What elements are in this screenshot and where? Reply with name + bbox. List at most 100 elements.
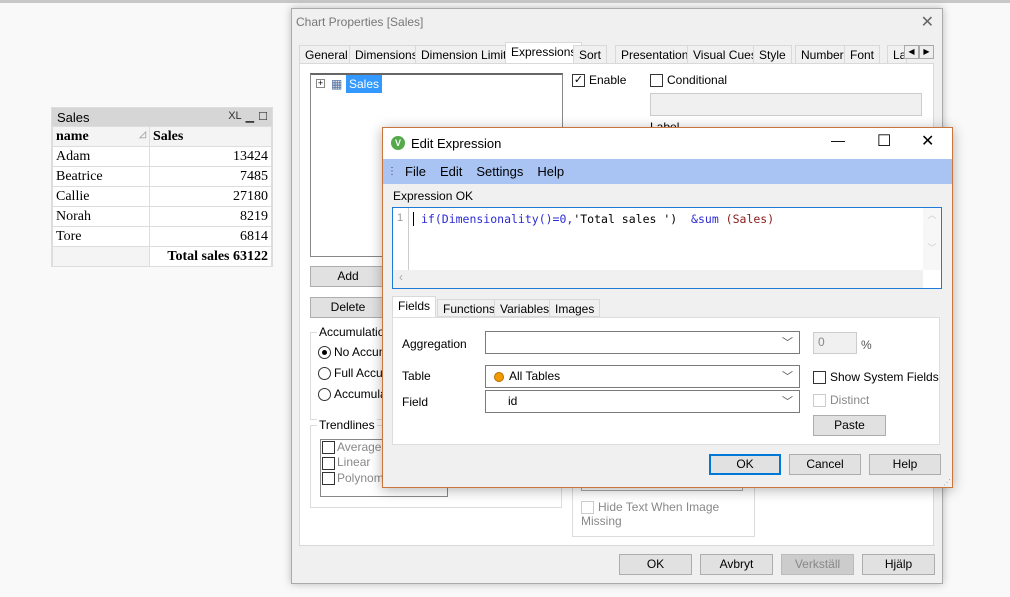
chevron-down-icon: ﹀ [782,371,793,383]
chevron-down-icon: ﹀ [782,337,793,349]
tab-number[interactable]: Number [795,45,850,64]
table-dot-icon [494,371,504,382]
cell-name[interactable]: Norah [52,206,150,227]
column-header-name[interactable]: name ◿ [52,126,150,147]
cell-sales: 8219 [149,206,272,227]
menu-help[interactable]: Help [537,164,564,179]
tab-visual-cues[interactable]: Visual Cues [687,45,763,64]
column-header-sales[interactable]: Sales [149,126,272,147]
title-bar: V Edit Expression — ☐ ✕ [383,128,952,159]
field-dropdown[interactable]: id ﹀ [485,390,800,413]
expression-editor[interactable]: 1 if(Dimensionality()=0,'Total sales ') … [392,207,942,289]
tab-general[interactable]: General [299,45,354,64]
menu-file[interactable]: File [405,164,426,179]
total-row: Total sales 63122 [52,246,272,267]
tab-presentation[interactable]: Presentation [615,45,695,64]
paste-button[interactable]: Paste [813,415,886,436]
qlikview-logo-icon: V [391,136,405,150]
tab-variables[interactable]: Variables [494,299,556,317]
menu-bar: ⋮ File Edit Settings Help [383,159,952,184]
tab-dimensions[interactable]: Dimensions [349,45,424,64]
maximize-icon[interactable]: ☐ [258,110,268,123]
radio-no-accumulation[interactable]: No Accum [318,345,389,360]
conditional-input[interactable] [650,93,922,116]
cell-sales: 7485 [149,166,272,187]
dialog-title: Edit Expression [411,136,502,151]
tab-scroll-right-icon[interactable]: ▶ [919,45,934,59]
grip-icon: ⋮ [387,166,397,177]
ok-button[interactable]: OK [619,554,692,575]
table-label: Table [402,369,431,383]
enable-checkbox[interactable]: ✓ Enable [572,73,626,88]
ok-button[interactable]: OK [709,454,781,475]
expression-code[interactable]: if(Dimensionality()=0,'Total sales ') &s… [413,212,774,226]
table-row[interactable]: Callie 27180 [52,186,272,207]
edit-expression-dialog: V Edit Expression — ☐ ✕ ⋮ File Edit Sett… [382,127,953,488]
close-icon[interactable]: ✕ [921,131,934,151]
cell-sales: 13424 [149,146,272,167]
table-row[interactable]: Beatrice 7485 [52,166,272,187]
hide-text-checkbox[interactable]: Hide Text When Image Missing [581,500,754,528]
tab-fields[interactable]: Fields [392,296,437,318]
trendlines-label: Trendlines [317,418,377,432]
close-icon[interactable]: ✕ [921,12,934,32]
delete-button[interactable]: Delete [310,297,386,318]
tab-functions[interactable]: Functions [437,299,502,317]
cell-name[interactable]: Beatrice [52,166,150,187]
conditional-checkbox[interactable]: Conditional [650,73,727,88]
sales-table-object[interactable]: Sales XL ▁ ☐ name ◿ Sales Adam 13424 Beatrice… [51,107,273,267]
chevron-down-icon: ﹀ [782,396,793,408]
table-caption: Sales XL ▁ ☐ [52,108,272,126]
expand-icon[interactable]: + [316,79,325,88]
top-border [0,0,1010,3]
minimize-icon[interactable]: — [831,132,845,148]
field-label: Field [402,395,429,409]
tab-scroll-left-icon[interactable]: ◀ [904,45,919,59]
fields-panel: Aggregation ﹀ 0 % Table All Tables ﹀ Fiel… [392,317,940,445]
cell-name[interactable]: Callie [52,186,150,207]
expression-status: Expression OK [393,189,474,203]
apply-button[interactable]: Verkställ [781,554,854,575]
cell-sales: 27180 [149,186,272,207]
cancel-button[interactable]: Avbryt [700,554,773,575]
sort-icon: ◿ [139,128,146,139]
table-row[interactable]: Adam 13424 [52,146,272,167]
distinct-checkbox[interactable]: Distinct [813,393,869,408]
cell-name[interactable]: Tore [52,226,150,247]
dialog-title: Chart Properties [Sales] [296,15,424,29]
tab-sort[interactable]: Sort [573,45,608,64]
resize-grip-icon[interactable]: ⋰ [943,478,951,487]
tab-images[interactable]: Images [549,299,601,317]
table-icon: ▦ [331,77,343,91]
tree-item-sales[interactable]: Sales [346,75,383,93]
table-row[interactable]: Tore 6814 [52,226,272,247]
cell-name[interactable]: Adam [52,146,150,167]
table-title: Sales [57,110,90,125]
horizontal-scrollbar[interactable]: ‹ [393,270,923,288]
tab-style[interactable]: Style [753,45,792,64]
menu-edit[interactable]: Edit [440,164,462,179]
minimize-icon[interactable]: ▁ [246,110,254,123]
aggregation-dropdown[interactable]: ﹀ [485,331,800,354]
percent-input[interactable]: 0 [813,332,857,354]
xl-icon[interactable]: XL [228,110,241,123]
tab-font[interactable]: Font [844,45,881,64]
tab-dimension-limits[interactable]: Dimension Limits [415,45,519,64]
add-button[interactable]: Add [310,266,386,287]
total-cell: Total sales 63122 [149,246,272,267]
cancel-button[interactable]: Cancel [789,454,861,475]
sales-table: name ◿ Sales Adam 13424 Beatrice 7485 Callie… [52,126,272,267]
table-dropdown[interactable]: All Tables ﹀ [485,365,800,388]
maximize-icon[interactable]: ☐ [877,131,891,151]
table-row[interactable]: Norah 8219 [52,206,272,227]
help-button[interactable]: Help [869,454,941,475]
aggregation-label: Aggregation [402,337,467,351]
percent-sign: % [861,338,872,352]
vertical-scrollbar[interactable]: ︿ ﹀ [923,208,941,270]
menu-settings[interactable]: Settings [476,164,523,179]
help-button[interactable]: Hjälp [862,554,935,575]
radio-accumulate[interactable]: Accumulat [318,387,390,402]
tab-expressions[interactable]: Expressions [505,42,583,65]
line-number: 1 [393,208,409,270]
show-system-fields-checkbox[interactable]: Show System Fields [813,370,939,385]
